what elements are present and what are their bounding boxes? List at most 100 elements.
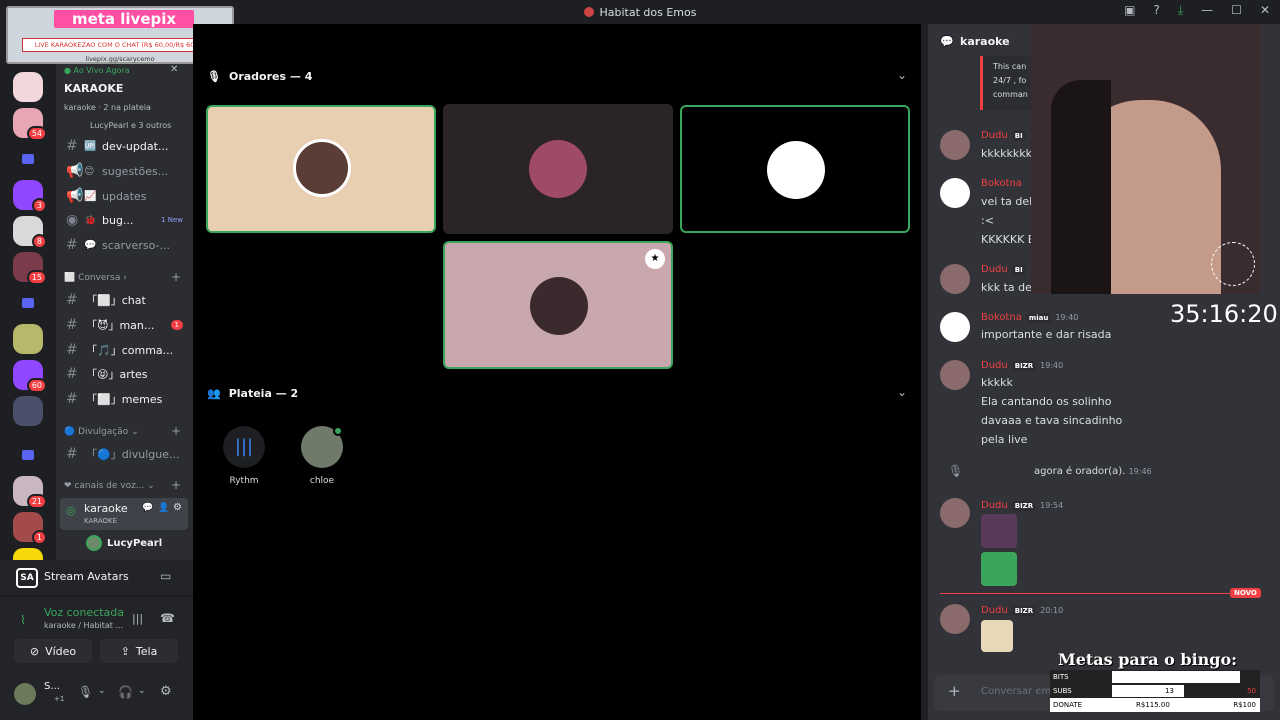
minimize-icon[interactable]: — [1201, 3, 1213, 18]
message-author[interactable]: Bokotna miau 19:40 [981, 312, 1078, 323]
gear-icon[interactable]: ⚙ [160, 684, 172, 699]
voice-channel-active[interactable]: ◎ karaoke KARAOKE 💬 👤 ⚙ [60, 498, 188, 530]
category-conversa[interactable]: ⬜ Conversa › [64, 273, 127, 283]
stream-avatars-bar[interactable]: SA Stream Avatars ▭ [0, 560, 193, 596]
voice-user[interactable]: LucyPearl [86, 535, 162, 551]
signal-icon: ⌇ [20, 613, 26, 627]
message-author[interactable]: Dudu BI [981, 130, 1026, 141]
twitch-server-icon[interactable]: 60 [13, 360, 47, 393]
speaker-tile[interactable] [206, 105, 436, 233]
server-icon[interactable]: 1 [13, 512, 47, 545]
server-icon[interactable]: 54 [13, 108, 47, 141]
channel-item[interactable]: # 「🔵」divulgue... [56, 444, 193, 464]
channel-item[interactable]: 📢 😊 sugestões... [56, 161, 193, 181]
channel-name: 「🔵」divulgue... [86, 448, 180, 461]
voice-detail[interactable]: karaoke / Habitat ... [44, 621, 123, 630]
message-text: KKKKKK E [981, 233, 1035, 246]
channel-item[interactable]: 📢 📈 updates [56, 186, 193, 206]
add-channel-icon[interactable]: + [171, 478, 181, 492]
inbox-icon[interactable]: ▣ [1124, 3, 1135, 18]
category-voice[interactable]: ❤ canais de voz... ⌄ [64, 481, 155, 491]
folder-icon[interactable] [13, 144, 43, 174]
channel-name: 「🎵」comma... [86, 344, 174, 357]
audience-name: Rythm [229, 476, 259, 486]
twitch-server-icon[interactable]: 3 [13, 180, 47, 213]
announcement-icon: 📢 [66, 188, 84, 204]
channel-item[interactable]: # 🆙 dev-updat... [56, 136, 193, 156]
stage-meta: karaoke · 2 na plateia [64, 103, 151, 112]
video-button[interactable]: ⊘ Vídeo [14, 639, 92, 663]
chevron-down-icon[interactable]: ⌄ [897, 68, 907, 82]
mention-badge: 1 [170, 320, 183, 330]
server-icon[interactable]: 8 [13, 216, 47, 249]
help-icon[interactable]: ? [1153, 3, 1159, 18]
server-icon[interactable] [13, 72, 43, 102]
message-author[interactable]: Bokotna [981, 178, 1022, 189]
chat-icon[interactable]: 💬 [142, 503, 153, 513]
channel-item[interactable]: # 💬 scarverso-... [56, 235, 193, 255]
channel-item[interactable]: # 「⬜」chat [56, 290, 193, 310]
message-author[interactable]: Dudu BIZR 19:40 [981, 360, 1063, 371]
audience-header[interactable]: 👥 Plateia — 2 [207, 387, 298, 400]
avatar[interactable] [940, 264, 970, 294]
sticker-image [981, 514, 1017, 548]
mention-badge: 8 [31, 234, 47, 249]
channel-item[interactable]: ◉ 🐞 bug... 1 New [56, 210, 193, 230]
channel-item[interactable]: # 「😝」artes [56, 364, 193, 384]
channel-item[interactable]: # 「😈」man... 1 [56, 315, 193, 335]
message-author[interactable]: Dudu BI [981, 264, 1026, 275]
microphone-icon: 🎙 [207, 70, 221, 83]
server-icon[interactable]: 15 [13, 252, 47, 285]
server-icon[interactable]: 21 [13, 476, 47, 509]
folder-icon[interactable] [13, 288, 43, 318]
speakers-header[interactable]: 🎙 Oradores — 4 [207, 70, 312, 83]
mention-badge: 3 [31, 198, 47, 213]
speaker-tile[interactable] [443, 104, 673, 234]
server-icon[interactable] [13, 324, 43, 354]
download-icon[interactable]: ⤓ [1178, 3, 1183, 18]
soundboard-icon[interactable]: ||| [132, 612, 143, 625]
add-channel-icon[interactable]: + [171, 270, 181, 284]
close-icon[interactable]: ✕ [170, 64, 178, 75]
voice-status[interactable]: Voz conectada [44, 606, 124, 619]
speaker-tile[interactable]: ★ [443, 241, 673, 369]
audience-member[interactable]: chloe [299, 426, 345, 486]
avatar[interactable] [940, 360, 970, 390]
user-name[interactable]: S... [44, 681, 60, 692]
invite-icon[interactable]: 👤 [158, 503, 169, 513]
avatar[interactable] [14, 683, 36, 705]
avatar[interactable] [940, 130, 970, 160]
add-channel-icon[interactable]: + [171, 424, 181, 438]
channel-item[interactable]: # 「🎵」comma... [56, 340, 193, 360]
disconnect-icon[interactable]: ☎ [160, 611, 175, 625]
speaker-tile[interactable] [680, 105, 910, 233]
screen-icon[interactable]: ▭ [160, 569, 171, 583]
server-icon[interactable] [13, 396, 43, 426]
mention-badge: 1 [31, 530, 47, 545]
message-placeholder: Conversar em [981, 686, 1052, 697]
channel-item[interactable]: # 「⬜」memes [56, 389, 193, 409]
channel-name: bug... [102, 213, 134, 227]
audience-icon: 👥 [207, 387, 221, 400]
avatar[interactable] [940, 604, 970, 634]
avatar[interactable] [940, 498, 970, 528]
category-divulgacao[interactable]: 🔵 Divulgação ⌄ [64, 427, 139, 437]
close-icon[interactable]: ✕ [1260, 3, 1270, 18]
screen-share-button[interactable]: ⇪ Tela [100, 639, 178, 663]
gear-icon[interactable]: ⚙ [173, 502, 182, 513]
chevron-down-icon[interactable]: ⌄ [138, 686, 146, 696]
hash-icon: # [66, 366, 78, 382]
avatar[interactable] [940, 312, 970, 342]
plus-icon[interactable]: + [948, 682, 961, 700]
message-author[interactable]: Dudu BIZR 20:10 [981, 605, 1063, 616]
audience-member[interactable]: ||| Rythm [221, 426, 267, 486]
maximize-icon[interactable]: ☐ [1231, 3, 1242, 18]
headphones-icon[interactable]: 🎧 [118, 685, 133, 699]
channel-name: dev-updat... [102, 139, 169, 153]
chevron-down-icon[interactable]: ⌄ [897, 385, 907, 399]
avatar[interactable] [940, 178, 970, 208]
message-author[interactable]: Dudu BIZR 19:54 [981, 500, 1063, 511]
folder-icon[interactable] [13, 440, 43, 470]
microphone-icon[interactable]: 🎙 [78, 685, 93, 699]
chevron-down-icon[interactable]: ⌄ [98, 686, 106, 696]
